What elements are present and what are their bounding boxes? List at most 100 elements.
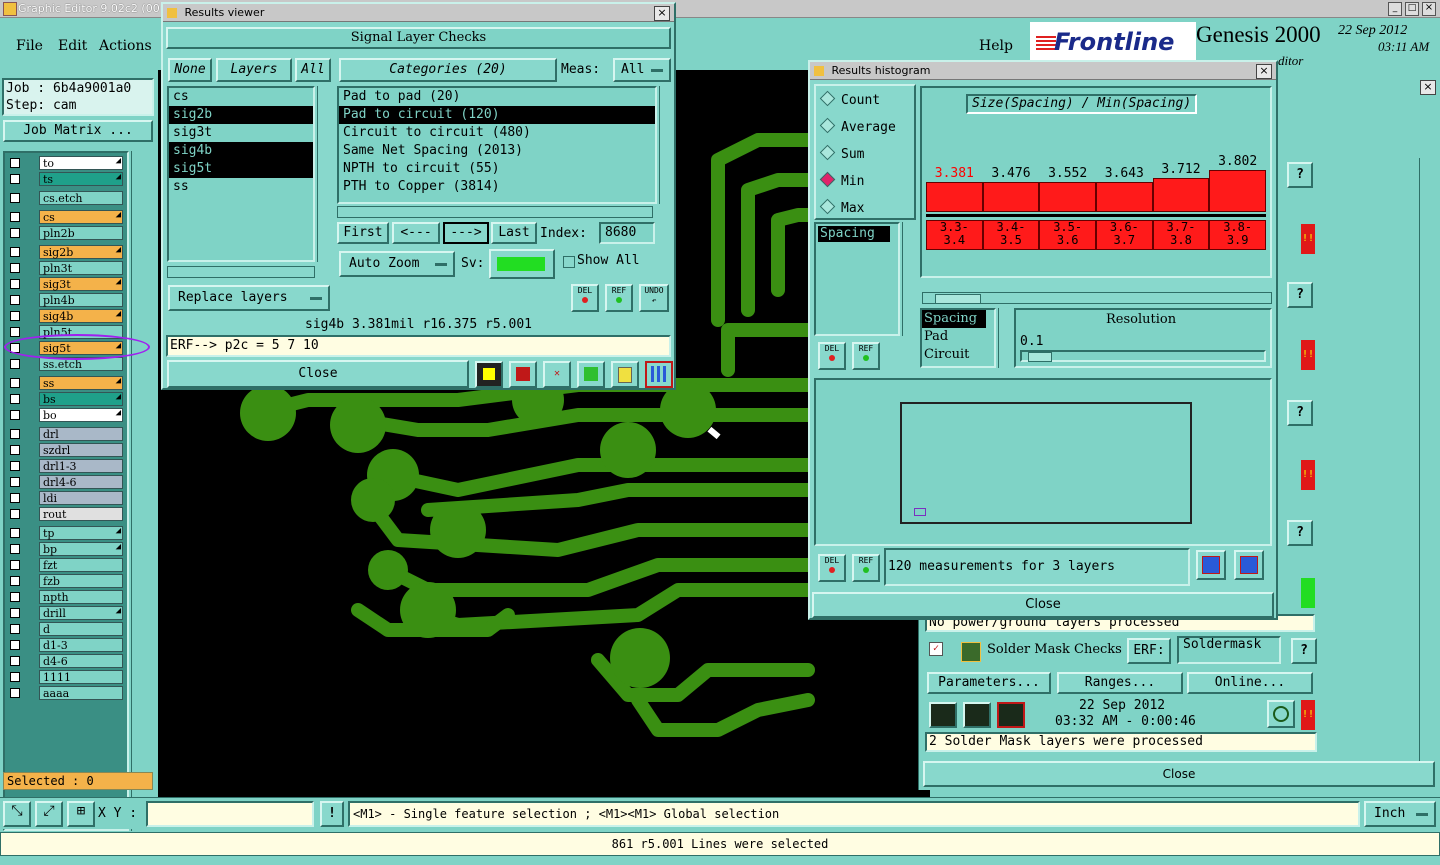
layer-row-d4-6[interactable]: d4-6 [7, 654, 125, 669]
layer-checkbox[interactable] [10, 263, 20, 273]
hist-close-button[interactable]: Close [812, 592, 1274, 618]
run-icon-2[interactable] [963, 702, 991, 728]
layer-name[interactable]: to [39, 156, 123, 170]
histogram-close-icon[interactable]: × [1256, 64, 1272, 79]
layer-checkbox[interactable] [10, 624, 20, 634]
layer-row-pln3t[interactable]: pln3t [7, 261, 125, 276]
help-button-2[interactable]: ? [1287, 282, 1313, 308]
layer-checkbox[interactable] [10, 247, 20, 257]
type-item[interactable]: Circuit [922, 346, 994, 364]
layer-name[interactable]: rout [39, 507, 123, 521]
histogram-list[interactable]: Spacing [814, 222, 900, 336]
chart-hscroll[interactable] [922, 292, 1272, 304]
rv-category-scrollbar[interactable] [659, 86, 671, 204]
rv-tool-icon-1[interactable] [475, 361, 503, 388]
layer-row-bs[interactable]: bs ◢ [7, 392, 125, 407]
rv-auto-zoom-select[interactable]: Auto Zoom [339, 251, 455, 277]
layer-row-cs[interactable]: cs ◢ [7, 210, 125, 225]
layer-name[interactable]: ss [39, 376, 123, 390]
run-icon-3[interactable] [997, 702, 1025, 728]
rv-categories-button[interactable]: Categories (20) [339, 58, 557, 82]
rv-layer-item[interactable]: sig3t [169, 124, 313, 142]
rv-layer-item[interactable]: sig5t [169, 160, 313, 178]
maximize-icon[interactable]: □ [1405, 2, 1419, 16]
checklist-scrollbar[interactable] [1419, 158, 1437, 778]
layer-checkbox[interactable] [10, 477, 20, 487]
rv-layer-item[interactable]: sig2b [169, 106, 313, 124]
rv-last-button[interactable]: Last [491, 222, 537, 244]
scroll-thumb[interactable] [935, 294, 981, 304]
layer-name[interactable]: bo [39, 408, 123, 422]
layer-row-sig3t[interactable]: sig3t ◢ [7, 277, 125, 292]
layer-checkbox[interactable] [10, 560, 20, 570]
layer-checkbox[interactable] [10, 461, 20, 471]
histogram-bar[interactable] [926, 182, 983, 212]
histogram-titlebar[interactable]: Results histogram × [810, 62, 1276, 80]
layer-name[interactable]: bp [39, 542, 123, 556]
histogram-list-scrollbar[interactable] [902, 222, 916, 336]
rv-first-button[interactable]: First [337, 222, 389, 244]
parameters-button[interactable]: Parameters... [927, 672, 1051, 694]
hist-del-button[interactable]: DEL [818, 342, 846, 370]
layer-checkbox[interactable] [10, 359, 20, 369]
rv-index-field[interactable]: 8680 [599, 222, 655, 244]
layer-name[interactable]: d [39, 622, 123, 636]
layer-checkbox[interactable] [10, 295, 20, 305]
menu-file[interactable]: File [16, 38, 43, 54]
rv-category-list[interactable]: Pad to pad (20) Pad to circuit (120) Circu… [337, 86, 657, 204]
rv-category-item[interactable]: Pad to circuit (120) [339, 106, 655, 124]
rv-tool-icon-2[interactable] [509, 361, 537, 388]
layer-checkbox[interactable] [10, 228, 20, 238]
help-button-1[interactable]: ? [1287, 162, 1313, 188]
layer-name[interactable]: drl1-3 [39, 459, 123, 473]
layer-name[interactable]: pln2b [39, 226, 123, 240]
layer-row-pln4b[interactable]: pln4b [7, 293, 125, 308]
rv-category-item[interactable]: PTH to Copper (3814) [339, 178, 655, 196]
layer-row-ts[interactable]: ts ◢ [7, 172, 125, 187]
radio-max[interactable]: Max [819, 198, 864, 218]
zoom-fit-button[interactable]: ⤡ [3, 801, 31, 827]
layer-row-aaaa[interactable]: aaaa [7, 686, 125, 701]
help-button-5[interactable]: ? [1291, 638, 1317, 664]
layer-row-drl4-6[interactable]: drl4-6 [7, 475, 125, 490]
layer-checkbox[interactable] [10, 592, 20, 602]
radio-sum[interactable]: Sum [819, 144, 864, 164]
layer-row-ldi[interactable]: ldi [7, 491, 125, 506]
rv-histogram-button[interactable] [645, 361, 673, 388]
layer-name[interactable]: drl4-6 [39, 475, 123, 489]
layer-row-bp[interactable]: bp ◢ [7, 542, 125, 557]
rv-none-button[interactable]: None [168, 58, 212, 82]
layer-name[interactable]: pln3t [39, 261, 123, 275]
layer-row-pln2b[interactable]: pln2b [7, 226, 125, 241]
erf-field[interactable]: Soldermask [1177, 636, 1281, 664]
xy-input[interactable] [146, 801, 314, 827]
rv-meas-select[interactable]: All [613, 58, 671, 82]
help-button-3[interactable]: ? [1287, 400, 1313, 426]
layer-checkbox[interactable] [10, 656, 20, 666]
rv-tool-icon-4[interactable] [577, 361, 605, 388]
layer-name[interactable]: sig4b [39, 309, 123, 323]
layer-row-1111[interactable]: 1111 [7, 670, 125, 685]
rv-layer-item[interactable]: ss [169, 178, 313, 196]
layer-name[interactable]: cs.etch [39, 191, 123, 205]
rv-show-all-checkbox[interactable] [563, 256, 575, 268]
layer-checkbox[interactable] [10, 311, 20, 321]
close-icon[interactable]: × [1422, 2, 1436, 16]
layer-checkbox[interactable] [10, 688, 20, 698]
grid-button[interactable]: ⊞ [67, 801, 95, 827]
layer-row-drill[interactable]: drill ◢ [7, 606, 125, 621]
radio-count[interactable]: Count [819, 90, 880, 110]
layer-name[interactable]: sig3t [39, 277, 123, 291]
hist-ref-button[interactable]: REF [852, 342, 880, 370]
type-item[interactable]: Spacing [922, 310, 986, 328]
rv-category-item[interactable]: Pad to pad (20) [339, 88, 655, 106]
rv-prev-button[interactable]: <--- [392, 222, 440, 244]
resolution-slider[interactable] [1020, 350, 1266, 362]
rv-category-item[interactable]: Same Net Spacing (2013) [339, 142, 655, 160]
layer-checkbox[interactable] [10, 672, 20, 682]
layer-checkbox[interactable] [10, 410, 20, 420]
layer-checkbox[interactable] [10, 544, 20, 554]
layer-checkbox[interactable] [10, 576, 20, 586]
zoom-check-button[interactable] [1267, 700, 1295, 728]
type-item[interactable]: Pad [922, 328, 994, 346]
